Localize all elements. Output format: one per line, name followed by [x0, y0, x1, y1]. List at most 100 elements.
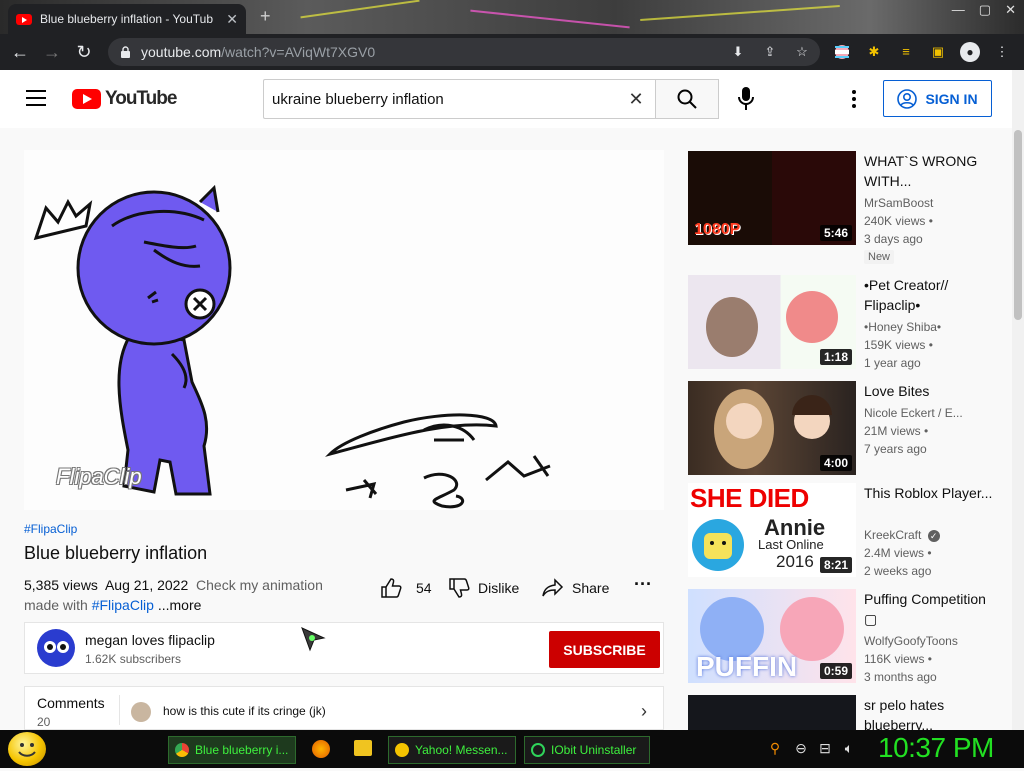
network-tray-icon[interactable]: ⊟ [816, 740, 834, 758]
like-count: 54 [416, 580, 432, 596]
video-description[interactable]: 5,385 views Aug 21, 2022 Check my animat… [24, 575, 344, 615]
voice-search-button[interactable] [734, 86, 758, 112]
extension-puzzle-icon[interactable]: ✱ [866, 44, 882, 60]
side-panel-icon[interactable]: ▣ [930, 44, 946, 60]
scrollbar-thumb[interactable] [1014, 130, 1022, 320]
start-button-smiley-icon[interactable] [8, 732, 46, 766]
page-scrollbar[interactable] [1012, 70, 1024, 730]
share-button[interactable]: Share [542, 578, 609, 598]
video-thumbnail[interactable]: SHE DIED Annie Last Online 2016 8:21 [688, 483, 856, 577]
recommended-channel: •Honey Shiba• [864, 320, 942, 334]
lock-icon [121, 45, 130, 58]
commenter-avatar [131, 702, 151, 722]
os-taskbar: Blue blueberry i... Yahoo! Messen... IOb… [0, 730, 1024, 768]
back-arrow-icon[interactable]: ← [4, 42, 36, 63]
recommended-video[interactable]: SHE DIED Annie Last Online 2016 8:21 Thi… [688, 483, 1008, 583]
recommended-channel: Nicole Eckert / E... [864, 406, 963, 420]
recommended-views: 116K views • [864, 652, 933, 666]
video-player[interactable]: FlipaClip [24, 150, 664, 510]
video-duration: 5:46 [819, 225, 852, 241]
chevron-right-icon[interactable]: › [641, 701, 647, 722]
video-frame-drawing [33, 184, 551, 509]
install-app-icon[interactable]: ⬇ [730, 44, 746, 60]
media-queue-icon[interactable]: ≡ [898, 44, 914, 60]
taskbar-clock[interactable]: 10:37 PM [878, 732, 994, 764]
recommended-video[interactable]: PUFFIN 0:59 Puffing Competition ▢ WolfyG… [688, 589, 1008, 689]
clear-search-icon[interactable]: ✕ [616, 89, 656, 110]
recommended-video[interactable]: 4:00 Love Bites Nicole Eckert / E... 21M… [688, 381, 1008, 481]
verified-check-icon: ✓ [927, 530, 940, 542]
search-icon [677, 89, 697, 109]
dislike-button[interactable]: Dislike [448, 578, 519, 598]
search-tray-icon[interactable]: ⚲ [766, 740, 784, 758]
recommended-title: Puffing Competition ▢ [864, 591, 986, 627]
search-input[interactable]: ukraine blueberry inflation [272, 91, 616, 108]
view-count: 5,385 views [24, 577, 98, 593]
close-tab-icon[interactable]: ✕ [226, 11, 238, 28]
close-window-icon[interactable]: ✕ [1005, 2, 1016, 18]
address-bar[interactable]: youtube.com/watch?v=AViqWt7XGV0 ⬇ ⇪ ☆ [108, 38, 820, 66]
subscribe-button[interactable]: SUBSCRIBE [549, 631, 660, 668]
recommended-video[interactable]: 1:18 •Pet Creator// Flipaclip• •Honey Sh… [688, 275, 1008, 375]
taskbar-yahoo-messenger[interactable]: Yahoo! Messen... [388, 736, 516, 764]
thumbnail-subtext: Last Online [758, 537, 824, 552]
video-thumbnail[interactable]: 1:18 [688, 275, 856, 369]
extension-flag-icon[interactable] [834, 44, 850, 60]
new-tab-icon[interactable]: + [260, 6, 271, 27]
subscriber-count: 1.62K subscribers [85, 652, 182, 666]
channel-name[interactable]: megan loves flipaclip [85, 632, 215, 648]
bookmark-star-icon[interactable]: ☆ [794, 44, 810, 60]
profile-avatar-icon[interactable]: ● [960, 42, 980, 62]
video-duration: 0:59 [819, 663, 852, 679]
search-button[interactable] [655, 79, 719, 119]
recommended-title: WHAT`S WRONG WITH... [864, 153, 978, 189]
recommended-video[interactable]: 1080P 5:46 WHAT`S WRONG WITH... MrSamBoo… [688, 151, 1008, 264]
youtube-play-logo-icon [72, 89, 101, 109]
video-hashtag[interactable]: #FlipaClip [24, 522, 77, 536]
settings-more-icon[interactable] [852, 90, 856, 108]
thumbs-up-icon [381, 578, 402, 598]
taskbar-iobit-uninstaller[interactable]: IObit Uninstaller [524, 736, 650, 764]
recommended-views: 240K views • [864, 214, 933, 228]
task-label: Blue blueberry i... [195, 743, 289, 757]
minimize-icon[interactable]: — [952, 2, 965, 18]
browser-menu-icon[interactable]: ⋮ [994, 44, 1010, 60]
thumbs-down-icon [449, 578, 470, 598]
thumbnail-headline: SHE DIED [690, 483, 809, 513]
recommended-title: Love Bites [864, 383, 930, 399]
recommended-age: 1 year ago [864, 356, 921, 370]
video-thumbnail[interactable]: PUFFIN 0:59 [688, 589, 856, 683]
dislike-label: Dislike [478, 580, 520, 596]
recommended-views: 21M views • [864, 424, 929, 438]
video-thumbnail[interactable]: 1080P 5:46 [688, 151, 856, 245]
minus-tray-icon[interactable]: ⊖ [792, 740, 810, 758]
taskbar-chrome-window[interactable]: Blue blueberry i... [168, 736, 296, 764]
forward-arrow-icon[interactable]: → [36, 42, 68, 63]
recommended-video[interactable]: sr pelo hates blueberry... [688, 695, 1008, 730]
comments-divider [119, 695, 120, 725]
hamburger-menu-icon[interactable] [26, 90, 46, 106]
thumbnail-year: 2016 [776, 552, 814, 571]
firefox-icon[interactable] [312, 740, 330, 758]
like-button[interactable]: 54 [380, 578, 432, 598]
video-thumbnail[interactable] [688, 695, 856, 730]
description-hashtag-link[interactable]: #FlipaClip [92, 597, 154, 613]
more-actions-icon[interactable]: ··· [634, 574, 652, 595]
search-box[interactable]: ukraine blueberry inflation ✕ [263, 79, 656, 119]
volume-tray-icon[interactable]: 🔈︎ [840, 740, 858, 758]
share-page-icon[interactable]: ⇪ [762, 44, 778, 60]
video-thumbnail[interactable]: 4:00 [688, 381, 856, 475]
youtube-header: YouTube ukraine blueberry inflation ✕ SI… [0, 70, 1012, 128]
browser-tab[interactable]: Blue blueberry inflation - YouTub ✕ [8, 4, 246, 34]
channel-row: megan loves flipaclip 1.62K subscribers … [24, 622, 664, 674]
channel-avatar[interactable] [37, 629, 75, 667]
comment-count: 20 [37, 715, 51, 729]
show-more-link[interactable]: ...more [158, 597, 202, 613]
folder-icon[interactable] [354, 740, 372, 756]
reload-icon[interactable]: ↻ [68, 42, 100, 63]
comments-panel[interactable]: Comments 20 how is this cute if its crin… [24, 686, 664, 730]
maximize-icon[interactable]: ▢ [979, 2, 991, 18]
recommended-channel: WolfyGoofyToons [864, 634, 958, 648]
youtube-logo[interactable]: YouTube [72, 88, 177, 110]
sign-in-button[interactable]: SIGN IN [883, 80, 992, 117]
